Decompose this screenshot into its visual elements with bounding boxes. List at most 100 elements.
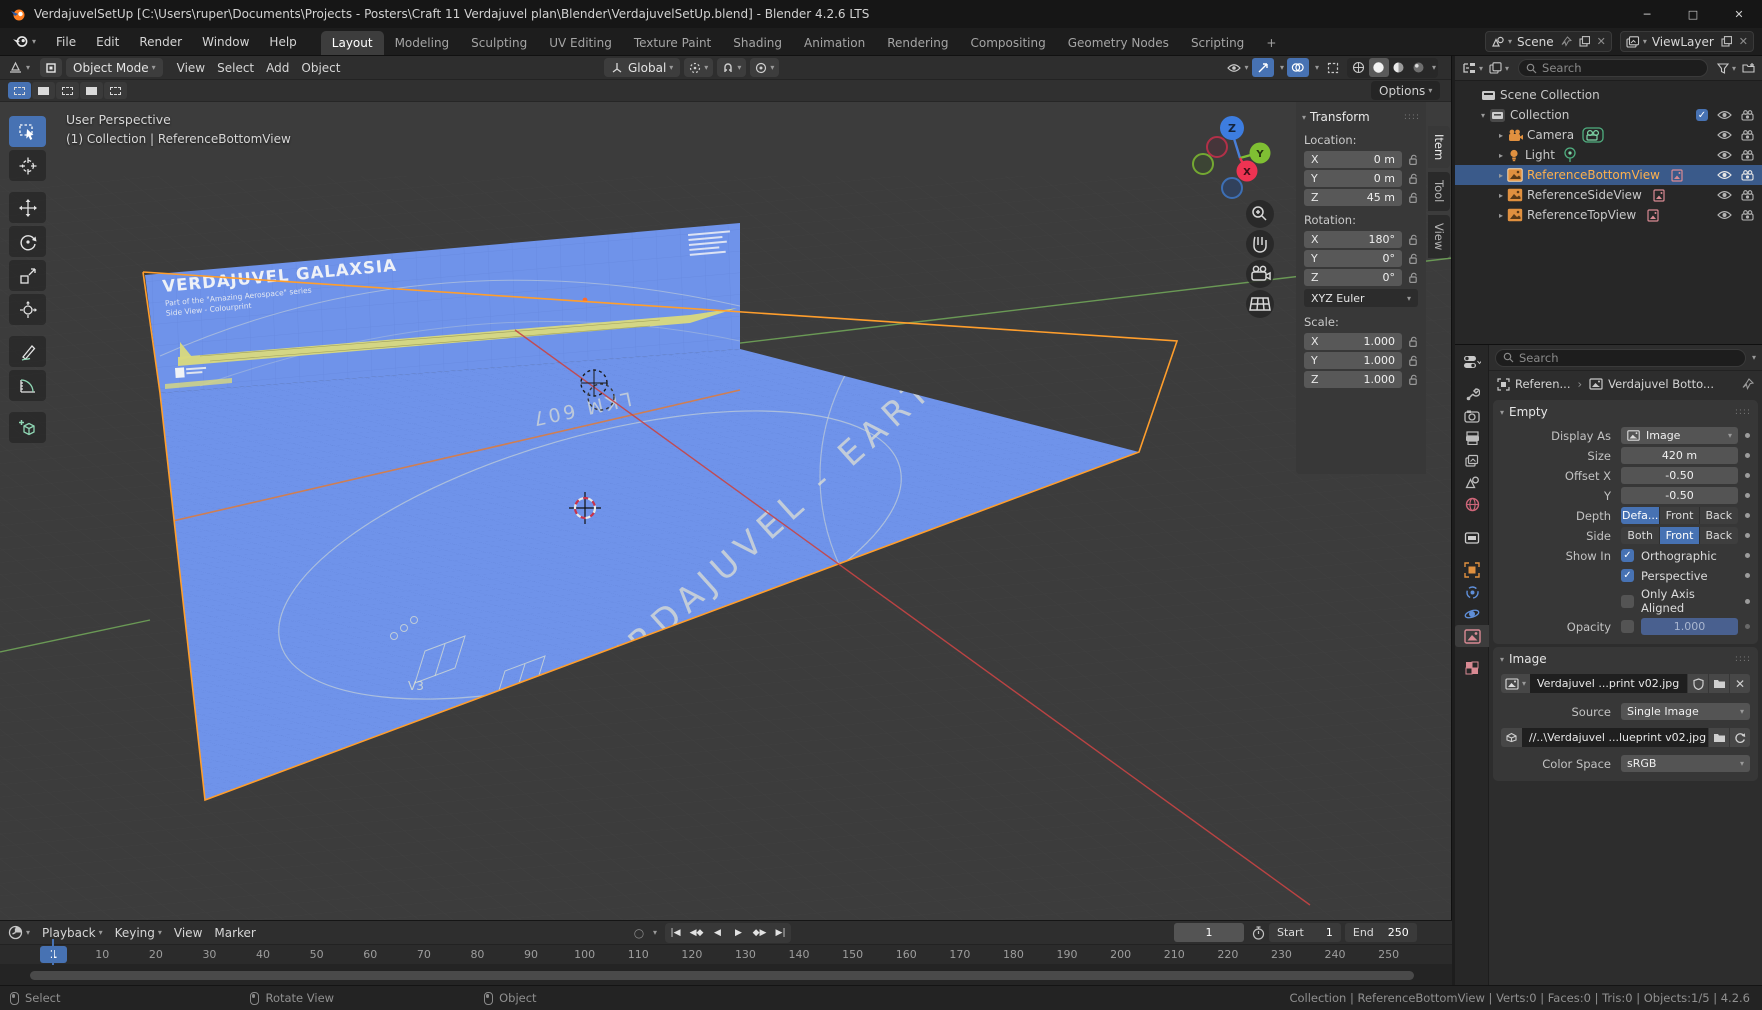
close-icon[interactable]: ✕ [1739, 35, 1748, 48]
options-dropdown[interactable]: Options▾ [1371, 81, 1440, 100]
side-front-button[interactable]: Front [1660, 527, 1699, 544]
grid-view-button[interactable] [1246, 290, 1274, 318]
disable-render-icon[interactable] [1741, 110, 1754, 121]
menu-window[interactable]: Window [192, 30, 259, 54]
rotation-z-field[interactable]: Z0° [1304, 269, 1402, 286]
only-axis-aligned-checkbox[interactable] [1621, 595, 1634, 608]
disable-render-icon[interactable] [1741, 130, 1754, 141]
expand-icon[interactable]: ▸ [1495, 131, 1507, 140]
lock-icon[interactable] [1408, 355, 1419, 367]
perspective-checkbox[interactable]: ✓ [1621, 569, 1634, 582]
animate-dot[interactable] [1745, 599, 1750, 604]
auto-key-record-button[interactable]: ○ [628, 923, 650, 942]
select-mode-subtract[interactable] [56, 82, 79, 99]
depth-default-button[interactable]: Defa... [1621, 507, 1660, 524]
select-mode-intersect[interactable] [104, 82, 127, 99]
lock-icon[interactable] [1408, 336, 1419, 348]
close-icon[interactable]: ✕ [1597, 35, 1606, 48]
frame-end-field[interactable]: End250 [1345, 923, 1417, 942]
tab-tool-properties[interactable] [1455, 383, 1489, 405]
size-field[interactable]: 420 m [1621, 447, 1738, 464]
side-back-button[interactable]: Back [1700, 527, 1738, 544]
side-both-button[interactable]: Both [1621, 527, 1660, 544]
collection-checkbox[interactable]: ✓ [1696, 109, 1708, 121]
timeline-scrollbar[interactable] [0, 965, 1452, 986]
tool-move[interactable] [9, 192, 46, 223]
pan-button[interactable] [1246, 230, 1274, 258]
tool-select-box[interactable] [9, 116, 46, 147]
workspace-tab-texture-paint[interactable]: Texture Paint [623, 31, 722, 55]
collapse-icon[interactable]: ▾ [1477, 111, 1489, 120]
workspace-tab-modeling[interactable]: Modeling [384, 31, 461, 55]
tool-add-cube[interactable] [9, 412, 46, 443]
shading-rendered-button[interactable] [1409, 58, 1429, 77]
offset-y-field[interactable]: -0.50 [1621, 487, 1738, 504]
disable-render-icon[interactable] [1741, 170, 1754, 181]
add-menu[interactable]: Add [260, 59, 295, 77]
minimize-button[interactable]: ─ [1624, 0, 1670, 28]
disable-render-icon[interactable] [1741, 150, 1754, 161]
pin-icon[interactable] [1742, 378, 1754, 390]
hide-eye-icon[interactable] [1717, 130, 1732, 140]
unlink-image-button[interactable]: ✕ [1730, 674, 1750, 693]
blender-menu-button[interactable]: ▾ [0, 30, 46, 53]
menu-edit[interactable]: Edit [86, 30, 129, 54]
expand-icon[interactable]: ▸ [1495, 171, 1507, 180]
outliner-row-reference-bottom-view[interactable]: ▸ ReferenceBottomView [1455, 165, 1762, 185]
properties-editor-type-button[interactable] [1455, 351, 1489, 373]
menu-file[interactable]: File [46, 30, 86, 54]
tool-scale[interactable] [9, 260, 46, 291]
reload-image-button[interactable] [1730, 728, 1750, 747]
workspace-tab-layout[interactable]: Layout [321, 31, 384, 55]
location-y-field[interactable]: Y0 m [1304, 170, 1402, 187]
viewport-3d[interactable]: VERDAJUVEL GALAXSIA Part of the "Amazing… [0, 56, 1452, 920]
workspace-tab-compositing[interactable]: Compositing [959, 31, 1056, 55]
gizmos-toggle[interactable] [1252, 58, 1274, 77]
depth-front-button[interactable]: Front [1660, 507, 1699, 524]
disable-render-icon[interactable] [1741, 190, 1754, 201]
tool-cursor[interactable] [9, 150, 46, 181]
tool-rotate[interactable] [9, 226, 46, 257]
image-name-field[interactable]: Verdajuvel ...print v02.jpg [1530, 674, 1687, 693]
disable-render-icon[interactable] [1741, 210, 1754, 221]
tool-measure[interactable] [9, 370, 46, 401]
workspace-tab-sculpting[interactable]: Sculpting [460, 31, 538, 55]
add-workspace-button[interactable]: + [1255, 31, 1287, 55]
shading-material-button[interactable] [1389, 58, 1409, 77]
rotation-mode-dropdown[interactable]: XYZ Euler▾ [1304, 289, 1418, 307]
shading-wireframe-button[interactable] [1349, 58, 1369, 77]
workspace-tab-geometry-nodes[interactable]: Geometry Nodes [1057, 31, 1180, 55]
source-dropdown[interactable]: Single Image▾ [1621, 703, 1750, 720]
menu-help[interactable]: Help [259, 30, 306, 54]
scene-selector[interactable]: ▾ Scene ✕ [1485, 31, 1612, 52]
previous-keyframe-button[interactable]: ◀◆ [686, 928, 707, 938]
workspace-tab-shading[interactable]: Shading [722, 31, 793, 55]
new-viewlayer-icon[interactable] [1721, 36, 1732, 47]
image-panel-title[interactable]: Image [1509, 652, 1547, 666]
tab-collection-properties[interactable] [1455, 527, 1489, 549]
outliner-row-light[interactable]: ▸ Light [1455, 145, 1762, 165]
expand-icon[interactable]: ▸ [1495, 191, 1507, 200]
jump-to-end-button[interactable]: ▶| [770, 928, 791, 938]
view-menu[interactable]: View [168, 924, 208, 942]
hide-eye-icon[interactable] [1717, 190, 1732, 200]
rotation-y-field[interactable]: Y0° [1304, 250, 1402, 267]
animate-dot[interactable] [1745, 553, 1750, 558]
tab-scene-properties[interactable] [1455, 471, 1489, 493]
playback-menu[interactable]: Playback▾ [36, 924, 109, 942]
transform-panel-title[interactable]: Transform [1310, 110, 1370, 124]
outliner-row-camera[interactable]: ▸ Camera [1455, 125, 1762, 145]
workspace-tab-rendering[interactable]: Rendering [876, 31, 959, 55]
jump-to-start-button[interactable]: |◀ [665, 928, 686, 938]
show-object-types-dropdown[interactable]: ▾ [1227, 58, 1249, 77]
lock-icon[interactable] [1408, 173, 1419, 185]
outliner-editor-type-button[interactable]: ▾ [1459, 60, 1486, 76]
frame-start-field[interactable]: Start1 [1269, 923, 1341, 942]
view-menu[interactable]: View [171, 59, 211, 77]
xray-toggle[interactable] [1322, 58, 1344, 77]
select-mode-extend[interactable] [32, 82, 55, 99]
animate-dot[interactable] [1745, 513, 1750, 518]
outliner-row-scene-collection[interactable]: Scene Collection [1455, 85, 1762, 105]
properties-search-input[interactable]: Search [1495, 349, 1746, 367]
gizmo-y-negative[interactable] [1193, 154, 1213, 174]
